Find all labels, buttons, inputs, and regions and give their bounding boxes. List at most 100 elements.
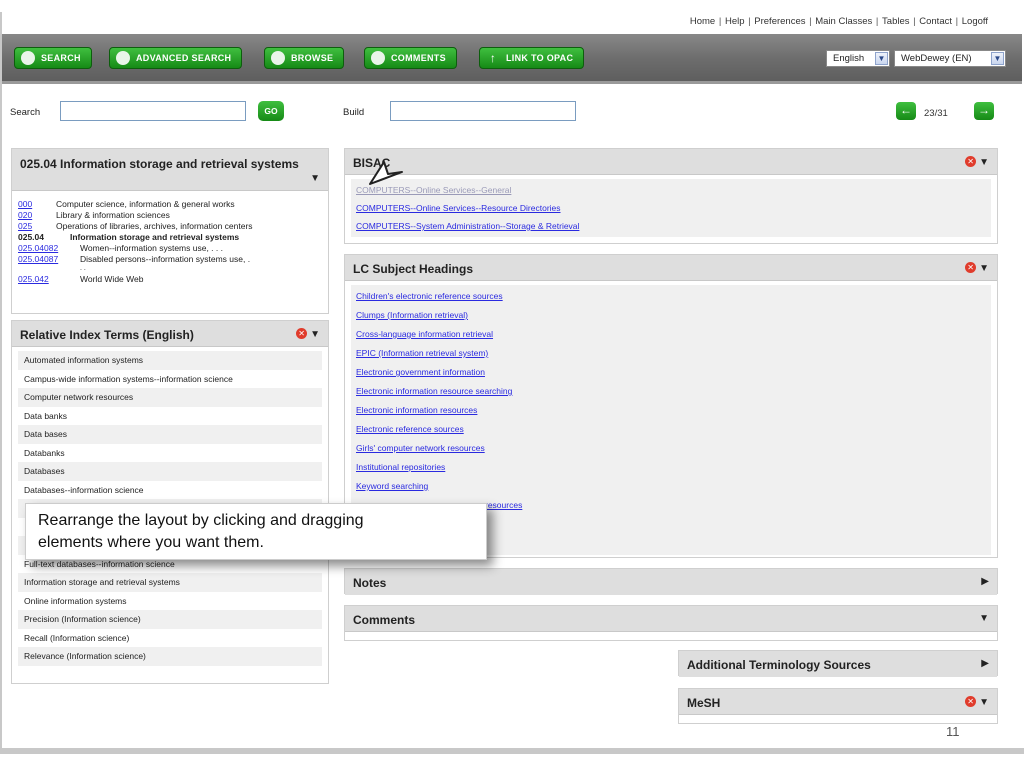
list-item[interactable]: Keyword searching	[355, 477, 987, 496]
class-code-link[interactable]: 020	[18, 210, 56, 221]
list-item[interactable]: COMPUTERS--Online Services--Resource Dir…	[355, 199, 987, 217]
tooltip-line-2: elements where you want them.	[38, 534, 264, 551]
class-code-link[interactable]: 025.04082	[18, 243, 66, 254]
browse-button[interactable]: BROWSE	[264, 47, 345, 69]
list-item[interactable]: Information storage and retrieval system…	[18, 573, 322, 592]
language-select[interactable]: English ▼	[826, 50, 890, 67]
panel-controls: ✕ ▼	[296, 328, 320, 340]
bisac-header[interactable]: BISAC ✕ ▼	[345, 149, 997, 175]
close-icon[interactable]: ✕	[965, 262, 977, 273]
hierarchy-panel-header[interactable]: 025.04 Information storage and retrieval…	[12, 149, 328, 191]
class-caption: Library & information sciences	[56, 210, 170, 220]
list-item[interactable]: Electronic information resource searchin…	[355, 382, 987, 401]
tables-link[interactable]: Tables	[882, 16, 909, 27]
list-item[interactable]: Children's electronic reference sources	[355, 287, 987, 306]
help-link[interactable]: Help	[725, 16, 745, 27]
main-classes-link[interactable]: Main Classes	[815, 16, 872, 27]
close-icon[interactable]: ✕	[965, 696, 977, 707]
class-code-link[interactable]: 025	[18, 221, 56, 232]
instruction-tooltip: Rearrange the layout by clicking and dra…	[25, 503, 487, 560]
chevron-down-icon[interactable]: ▼	[979, 157, 989, 168]
list-item[interactable]: Campus-wide information systems--informa…	[18, 370, 322, 389]
tooltip-line-1: Rearrange the layout by clicking and dra…	[38, 512, 364, 529]
search-input[interactable]	[60, 101, 246, 121]
panel-controls: ✕ ▼	[965, 156, 989, 168]
list-item[interactable]: Databases--information science	[18, 481, 322, 500]
advanced-search-icon	[116, 51, 130, 65]
chevron-down-icon[interactable]: ▼	[979, 263, 989, 274]
top-links: Home | Help | Preferences | Main Classes…	[689, 16, 988, 27]
advanced-search-button[interactable]: ADVANCED SEARCH	[109, 47, 243, 69]
list-item[interactable]: Data banks	[18, 407, 322, 426]
search-button-label: SEARCH	[41, 53, 81, 63]
home-link[interactable]: Home	[690, 16, 715, 27]
chevron-down-icon[interactable]: ▼	[310, 173, 320, 184]
relative-index-title: Relative Index Terms (English)	[20, 328, 194, 342]
class-code-current: 025.04	[18, 232, 44, 242]
hierarchy-row: 025.042 World Wide Web	[18, 274, 322, 285]
list-item[interactable]: Precision (Information science)	[18, 610, 322, 629]
list-item[interactable]: Girls' computer network resources	[355, 439, 987, 458]
mesh-title: MeSH	[687, 696, 721, 710]
list-item[interactable]: Recall (Information science)	[18, 629, 322, 648]
previous-button[interactable]: ←	[896, 102, 916, 120]
chevron-right-icon[interactable]: ▶	[981, 658, 989, 669]
panel-controls: ✕ ▼	[965, 262, 989, 274]
relative-index-header[interactable]: Relative Index Terms (English) ✕ ▼	[12, 321, 328, 347]
list-item[interactable]: Institutional repositories	[355, 458, 987, 477]
mesh-panel: MeSH ✕ ▼	[678, 688, 998, 724]
next-button[interactable]: →	[974, 102, 994, 120]
list-item[interactable]: COMPUTERS--Online Services--General	[355, 181, 987, 199]
class-code-link[interactable]: 025.042	[18, 274, 66, 285]
chevron-down-icon[interactable]: ▼	[979, 697, 989, 708]
link-to-opac-button[interactable]: ↑ LINK TO OPAC	[479, 47, 585, 69]
additional-terminology-header[interactable]: Additional Terminology Sources ▶	[679, 651, 997, 677]
bisac-panel: BISAC ✕ ▼ COMPUTERS--Online Services--Gen…	[344, 148, 998, 244]
additional-terminology-title: Additional Terminology Sources	[687, 658, 871, 672]
list-item[interactable]: EPIC (Information retrieval system)	[355, 344, 987, 363]
list-item[interactable]: Electronic reference sources	[355, 420, 987, 439]
list-item[interactable]: Relevance (Information science)	[18, 647, 322, 666]
hierarchy-row: 025 Operations of libraries, archives, in…	[18, 221, 322, 232]
list-item[interactable]: Electronic information resources	[355, 401, 987, 420]
edition-select[interactable]: WebDewey (EN) ▼	[894, 50, 1006, 67]
contact-link[interactable]: Contact	[919, 16, 952, 27]
close-icon[interactable]: ✕	[296, 328, 308, 339]
notes-panel: Notes ▶	[344, 568, 998, 595]
mesh-header[interactable]: MeSH ✕ ▼	[679, 689, 997, 715]
list-item[interactable]: Databases	[18, 462, 322, 481]
chevron-right-icon[interactable]: ▶	[981, 576, 989, 587]
list-item[interactable]: Data bases	[18, 425, 322, 444]
list-item[interactable]: Electronic government information	[355, 363, 987, 382]
list-item[interactable]: Cross-language information retrieval	[355, 325, 987, 344]
comments-header[interactable]: Comments ▼	[345, 606, 997, 632]
class-code-link[interactable]: 000	[18, 199, 56, 210]
go-button[interactable]: GO	[258, 101, 284, 121]
chevron-down-icon[interactable]: ▼	[979, 613, 989, 624]
close-icon[interactable]: ✕	[965, 156, 977, 167]
mouse-pointer-icon	[369, 161, 403, 185]
preferences-link[interactable]: Preferences	[754, 16, 805, 27]
slide-number: 11	[946, 724, 960, 739]
build-label: Build	[343, 107, 365, 118]
pager-count: 23/31	[924, 108, 948, 119]
list-item[interactable]: Clumps (Information retrieval)	[355, 306, 987, 325]
comments-icon	[371, 51, 385, 65]
lcsh-header[interactable]: LC Subject Headings ✕ ▼	[345, 255, 997, 281]
hierarchy-row: . .	[18, 265, 322, 274]
build-input[interactable]	[390, 101, 576, 121]
list-item[interactable]: Online information systems	[18, 592, 322, 611]
logoff-link[interactable]: Logoff	[962, 16, 988, 27]
hierarchy-row-current: 025.04 Information storage and retrieval …	[18, 232, 322, 243]
list-item[interactable]: Databanks	[18, 444, 322, 463]
comments-button[interactable]: COMMENTS	[364, 47, 457, 69]
notes-header[interactable]: Notes ▶	[345, 569, 997, 595]
search-button[interactable]: SEARCH	[14, 47, 92, 69]
list-item[interactable]: COMPUTERS--System Administration--Storag…	[355, 217, 987, 235]
chevron-down-icon[interactable]: ▼	[991, 52, 1004, 65]
class-code-link[interactable]: 025.04087	[18, 254, 66, 265]
chevron-down-icon[interactable]: ▼	[310, 329, 320, 340]
list-item[interactable]: Computer network resources	[18, 388, 322, 407]
chevron-down-icon[interactable]: ▼	[875, 52, 888, 65]
list-item[interactable]: Automated information systems	[18, 351, 322, 370]
